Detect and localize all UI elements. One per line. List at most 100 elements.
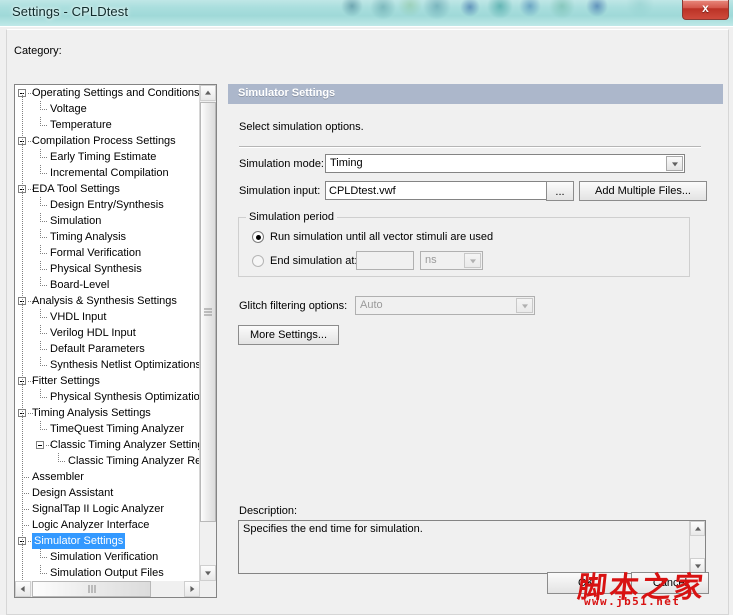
radio-end-simulation-at[interactable] [252,255,264,267]
description-text: Specifies the end time for simulation. [243,523,423,535]
tree-connector [40,277,47,286]
radio-end-simulation-at-label: End simulation at: [270,255,358,267]
tree-item[interactable]: Logic Analyzer Interface [15,517,216,533]
simulation-input-field[interactable]: CPLDtest.vwf [325,181,551,200]
tree-item[interactable]: Physical Synthesis Optimizations [15,389,216,405]
simulation-period-title: Simulation period [246,211,337,223]
tree-item-label: Default Parameters [50,343,145,355]
title-bar: Settings - CPLDtest x [0,0,733,26]
tree-item[interactable]: Timing Analysis Settings [15,405,216,421]
glitch-filtering-select[interactable]: Auto [355,296,535,315]
glitch-filtering-dropdown-button[interactable] [516,298,533,313]
tree-item[interactable]: Early Timing Estimate [15,149,216,165]
time-unit-select[interactable]: ns [420,251,483,270]
tree-item[interactable]: Synthesis Netlist Optimizations [15,357,216,373]
tree-item[interactable]: Fitter Settings [15,373,216,389]
scroll-down-button[interactable] [200,565,216,581]
tree-item[interactable]: SignalTap II Logic Analyzer [15,501,216,517]
tree-hscroll-thumb[interactable] [32,581,151,597]
tree-item-label: Board-Level [50,279,110,291]
tree-item[interactable]: Simulation [15,213,216,229]
tree-item[interactable]: Design Assistant [15,485,216,501]
cancel-button[interactable]: Cancel [631,572,709,594]
end-time-field[interactable] [356,251,414,270]
glitch-filtering-value: Auto [360,299,383,311]
panel-content: Select simulation options. Simulation mo… [228,104,723,598]
tree-item[interactable]: Default Parameters [15,341,216,357]
chevron-right-icon [190,586,195,592]
tree-item[interactable]: Temperature [15,117,216,133]
simulation-mode-select[interactable]: Timing [325,154,685,173]
tree-connector [40,565,47,574]
tree-item-label: VHDL Input [50,311,107,323]
description-scroll-down-button[interactable] [690,558,705,573]
tree-item[interactable]: EDA Tool Settings [15,181,216,197]
tree-horizontal-scrollbar[interactable] [15,581,200,597]
simulation-mode-dropdown-button[interactable] [666,156,683,171]
grip-icon [204,308,212,316]
add-multiple-files-label: Add Multiple Files... [595,185,691,197]
chevron-down-icon [469,258,476,263]
tree-expander-icon[interactable] [36,441,44,449]
tree-item[interactable]: Classic Timing Analyzer Reporting [15,453,216,469]
tree-item-label: Timing Analysis [50,231,127,243]
tree-connector [40,165,47,174]
chevron-left-icon [20,586,25,592]
tree-item[interactable]: Timing Analysis [15,229,216,245]
ok-button[interactable]: OK [547,572,625,594]
tree-item[interactable]: TimeQuest Timing Analyzer [15,421,216,437]
tree-item-label: EDA Tool Settings [32,183,120,195]
dialog-body: Category: Operating Settings and Conditi… [0,26,733,615]
scroll-up-button[interactable] [200,85,216,101]
tree-item[interactable]: Physical Synthesis [15,261,216,277]
tree-connector [40,197,47,206]
tree-item-label: TimeQuest Timing Analyzer [50,423,185,435]
tree-item-label: Simulation Verification [50,551,159,563]
tree-scroll-thumb[interactable] [200,102,216,522]
tree-item-label: Design Entry/Synthesis [50,199,164,211]
tree-connector [40,117,47,126]
tree-item-label: Synthesis Netlist Optimizations [50,359,201,371]
tree-item[interactable]: Board-Level [15,277,216,293]
description-scrollbar[interactable] [689,521,705,573]
time-unit-dropdown-button[interactable] [464,253,481,268]
tree-item[interactable]: Incremental Compilation [15,165,216,181]
tree-connector [40,245,47,254]
radio-run-until-all-vectors[interactable] [252,231,264,243]
tree-item[interactable]: Simulation Verification [15,549,216,565]
close-button[interactable]: x [682,0,729,20]
category-tree[interactable]: Operating Settings and Conditions Voltage… [14,84,217,598]
tree-item[interactable]: Classic Timing Analyzer Settings [15,437,216,453]
more-settings-button[interactable]: More Settings... [238,325,339,345]
tree-item[interactable]: Simulation Output Files [15,565,216,581]
description-label: Description: [239,505,298,517]
tree-item[interactable]: Simulator Settings [15,533,216,549]
tree-item[interactable]: Operating Settings and Conditions [15,85,216,101]
more-settings-label: More Settings... [249,329,328,341]
tree-item-label: Classic Timing Analyzer Reporting [68,455,216,467]
tree-item[interactable]: Analysis & Synthesis Settings [15,293,216,309]
tree-item[interactable]: Voltage [15,101,216,117]
description-box: Specifies the end time for simulation. [238,520,706,574]
tree-connector [40,229,47,238]
description-scroll-up-button[interactable] [690,521,705,536]
tree-connector [40,213,47,222]
tree-vertical-scrollbar[interactable] [199,85,216,597]
scroll-left-button[interactable] [15,581,31,597]
simulation-mode-label: Simulation mode: [239,158,324,170]
tree-connector [40,149,47,158]
tree-item[interactable]: Design Entry/Synthesis [15,197,216,213]
tree-item[interactable]: VHDL Input [15,309,216,325]
tree-item[interactable]: Compilation Process Settings [15,133,216,149]
tree-item[interactable]: Formal Verification [15,245,216,261]
tree-item-label: Simulator Settings [32,533,126,549]
chevron-down-icon [205,571,211,576]
tree-item[interactable]: Verilog HDL Input [15,325,216,341]
browse-file-button[interactable]: ... [546,181,574,201]
tree-item-label: Temperature [50,119,112,131]
scroll-right-button[interactable] [184,581,200,597]
tree-item[interactable]: Assembler [15,469,216,485]
add-multiple-files-button[interactable]: Add Multiple Files... [579,181,707,201]
tree-connector [40,389,47,398]
tree-connector [40,261,47,270]
